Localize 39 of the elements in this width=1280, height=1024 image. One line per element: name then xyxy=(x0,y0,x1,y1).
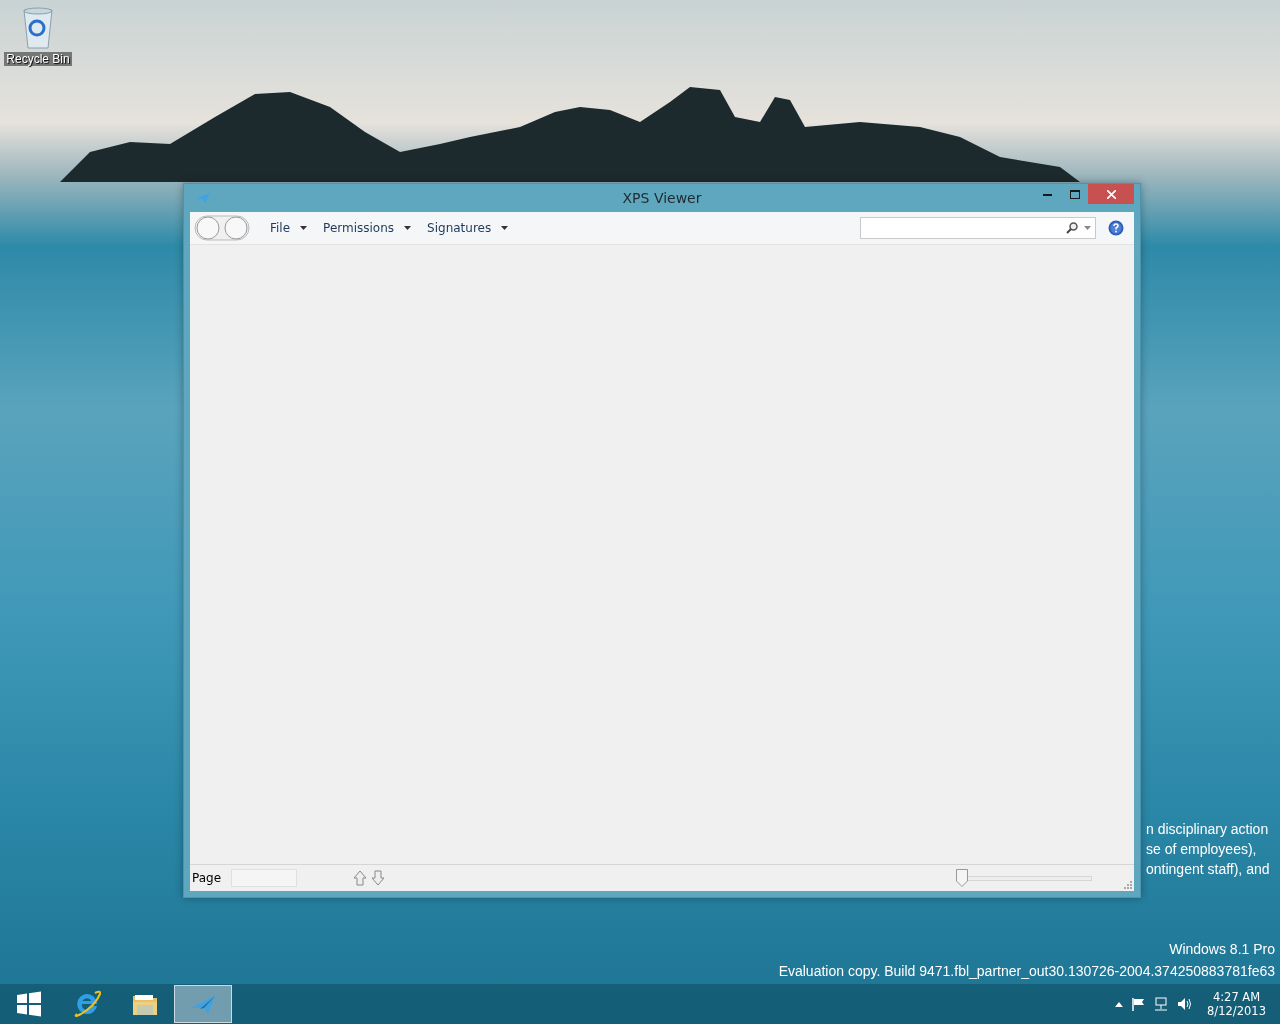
desktop-text-line: n disciplinary action xyxy=(1146,820,1270,838)
speaker-icon[interactable] xyxy=(1177,997,1194,1011)
close-button[interactable] xyxy=(1088,184,1134,204)
dropdown-caret-icon xyxy=(300,226,308,230)
clock-date: 8/12/2013 xyxy=(1207,1004,1266,1018)
network-icon[interactable] xyxy=(1153,997,1170,1011)
window-title: XPS Viewer xyxy=(622,190,702,206)
back-forward-buttons-icon[interactable] xyxy=(194,215,250,241)
app-icon xyxy=(196,193,210,203)
menu-button[interactable]: File xyxy=(264,217,314,239)
clock[interactable]: 4:27 AM 8/12/2013 xyxy=(1207,990,1266,1018)
page-label: Page xyxy=(192,871,222,885)
browser-icon xyxy=(73,990,101,1018)
maximize-icon xyxy=(1069,189,1080,199)
up-arrow-icon[interactable] xyxy=(353,870,368,886)
down-arrow-icon[interactable] xyxy=(371,870,386,886)
search-icon xyxy=(1066,222,1078,234)
build-label: Evaluation copy. Build 9471.fbl_partner_out30.130726-2004.374250883781fe63 xyxy=(778,962,1275,980)
desktop-text-line: ontingent staff), and xyxy=(1146,860,1270,878)
desktop-text-line: se of employees), xyxy=(1146,840,1258,858)
clock-time: 4:27 AM xyxy=(1212,990,1261,1004)
dropdown-caret-icon xyxy=(501,226,509,230)
minimize-icon xyxy=(1043,192,1052,196)
resize-grip-icon[interactable] xyxy=(1124,881,1132,889)
dropdown-caret-icon[interactable] xyxy=(1084,226,1091,230)
chevron-up-icon[interactable] xyxy=(1115,1001,1124,1007)
recycle-bin-icon xyxy=(20,6,56,50)
edition-label: Windows 8.1 Pro xyxy=(1169,940,1275,958)
search-field[interactable] xyxy=(860,217,1096,239)
close-icon xyxy=(1106,189,1116,199)
dropdown-caret-icon xyxy=(404,226,412,230)
flag-icon[interactable] xyxy=(1131,997,1146,1011)
help-icon[interactable] xyxy=(1108,220,1124,236)
desktop-icon-label[interactable]: Recycle Bin xyxy=(4,52,72,66)
slider-thumb[interactable] xyxy=(956,869,968,887)
menu-button[interactable]: Permissions xyxy=(317,217,418,239)
zoom-slider[interactable] xyxy=(956,869,1092,887)
menu-button[interactable]: Signatures xyxy=(421,217,515,239)
start-icon xyxy=(15,990,43,1018)
